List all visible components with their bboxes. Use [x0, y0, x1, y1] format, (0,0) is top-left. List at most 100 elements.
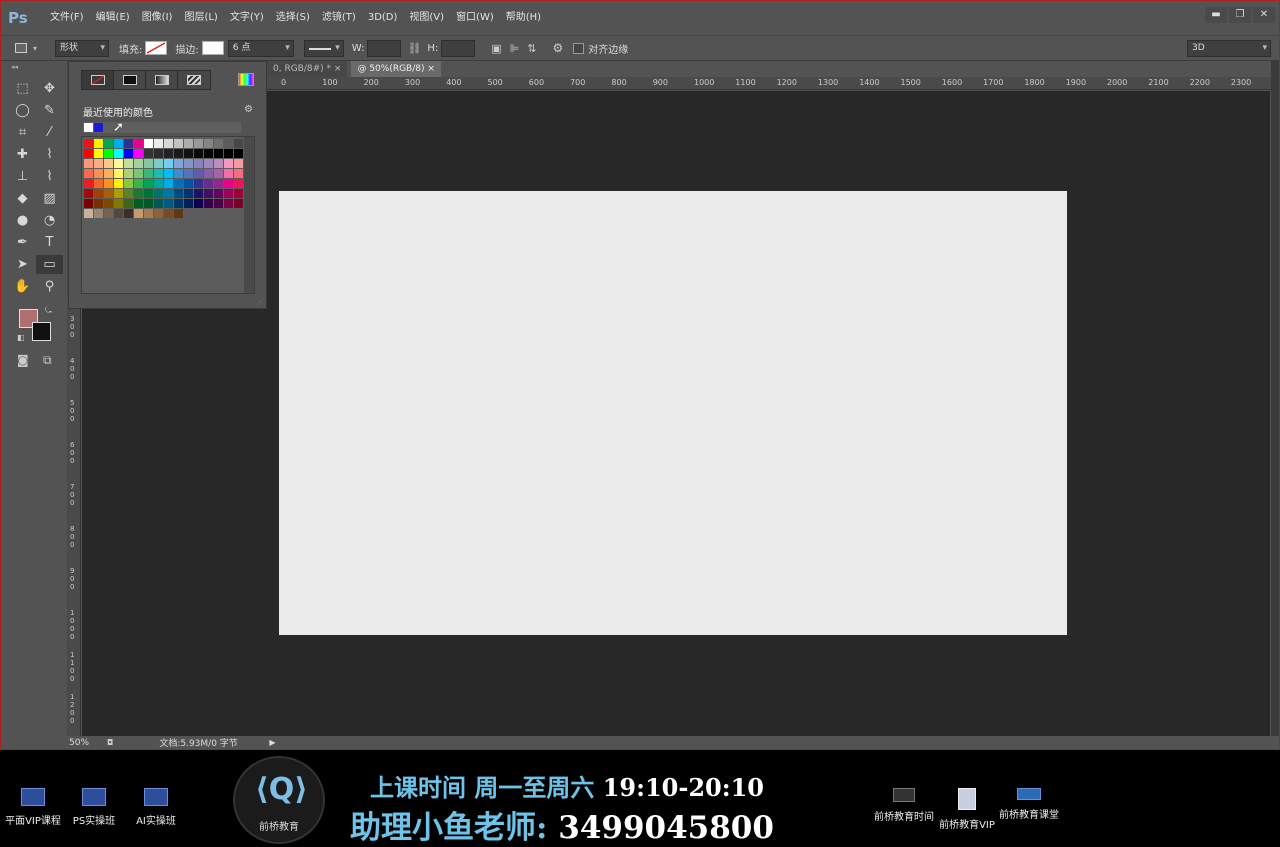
color-swatch[interactable]: [84, 169, 93, 178]
color-swatch[interactable]: [124, 199, 133, 208]
color-swatch[interactable]: [84, 179, 93, 188]
color-swatch[interactable]: [184, 179, 193, 188]
color-swatch[interactable]: [104, 179, 113, 188]
color-swatch[interactable]: [224, 179, 233, 188]
menu-select[interactable]: 选择(S): [270, 7, 316, 29]
width-input[interactable]: [367, 39, 402, 57]
stroke-swatch-button[interactable]: [201, 41, 224, 55]
pattern-button[interactable]: [178, 71, 210, 89]
eraser-tool-icon[interactable]: ◆: [9, 189, 36, 208]
color-swatch[interactable]: [164, 169, 173, 178]
color-swatch[interactable]: [164, 189, 173, 198]
color-swatch[interactable]: [234, 199, 243, 208]
color-swatch[interactable]: [134, 209, 143, 218]
color-swatch[interactable]: [134, 139, 143, 148]
tool-preset-picker[interactable]: ▾: [15, 43, 37, 53]
zoom-tool-icon[interactable]: ⚲: [36, 277, 63, 296]
color-swatch[interactable]: [114, 139, 123, 148]
color-swatch[interactable]: [234, 159, 243, 168]
screen-mode-icon[interactable]: ⧉: [43, 353, 52, 368]
color-swatch[interactable]: [214, 149, 223, 158]
move-tool-icon[interactable]: ✥: [36, 79, 63, 98]
brush-tool-icon[interactable]: ⌇: [36, 145, 63, 164]
crop-tool-icon[interactable]: ⌗: [9, 123, 36, 142]
color-swatch[interactable]: [204, 199, 213, 208]
color-swatch[interactable]: [144, 169, 153, 178]
color-swatch[interactable]: [104, 149, 113, 158]
color-swatch[interactable]: [184, 149, 193, 158]
menu-type[interactable]: 文字(Y): [224, 7, 270, 29]
color-swatch[interactable]: [214, 139, 223, 148]
color-swatch[interactable]: [214, 189, 223, 198]
color-swatch[interactable]: [94, 179, 103, 188]
color-swatch[interactable]: [114, 199, 123, 208]
rectangle-tool-icon[interactable]: ▭: [36, 255, 63, 274]
color-swatch[interactable]: [214, 179, 223, 188]
color-swatch[interactable]: [174, 149, 183, 158]
marquee-tool-icon[interactable]: ⬚: [9, 79, 36, 98]
color-swatch[interactable]: [124, 189, 133, 198]
color-swatch[interactable]: [174, 199, 183, 208]
mode-dropdown[interactable]: 形状: [55, 39, 110, 57]
color-swatch[interactable]: [174, 139, 183, 148]
color-swatch[interactable]: [154, 199, 163, 208]
color-picker-button[interactable]: [238, 73, 254, 86]
path-arrangement-icon[interactable]: ⇅: [527, 42, 536, 55]
document-canvas[interactable]: [279, 191, 1067, 635]
color-swatch[interactable]: [154, 139, 163, 148]
color-swatch[interactable]: [234, 179, 243, 188]
blur-tool-icon[interactable]: ●: [9, 211, 36, 230]
color-swatch[interactable]: [134, 189, 143, 198]
color-swatch[interactable]: [144, 159, 153, 168]
status-arrow-icon[interactable]: ▶: [269, 738, 275, 747]
color-swatch[interactable]: [154, 159, 163, 168]
color-swatch[interactable]: [154, 149, 163, 158]
path-selection-tool-icon[interactable]: ➤: [9, 255, 36, 274]
color-swatch[interactable]: [144, 189, 153, 198]
gear-icon[interactable]: ⚙: [553, 41, 564, 55]
color-swatch[interactable]: [144, 139, 153, 148]
stroke-type-dropdown[interactable]: [303, 39, 344, 57]
zoom-level[interactable]: 50%: [67, 738, 107, 748]
color-swatch[interactable]: [154, 209, 163, 218]
color-swatch[interactable]: [114, 149, 123, 158]
color-swatch[interactable]: [214, 199, 223, 208]
color-swatch[interactable]: [204, 149, 213, 158]
color-swatch[interactable]: [114, 189, 123, 198]
gradient-tool-icon[interactable]: ▨: [36, 189, 63, 208]
color-swatch[interactable]: [164, 199, 173, 208]
color-swatch[interactable]: [234, 139, 243, 148]
color-swatch[interactable]: [224, 199, 233, 208]
color-swatch[interactable]: [184, 189, 193, 198]
solid-color-button[interactable]: [114, 71, 146, 89]
resize-grip-icon[interactable]: ⋰: [257, 298, 264, 306]
color-swatch[interactable]: [224, 159, 233, 168]
color-swatch[interactable]: [214, 169, 223, 178]
color-swatch[interactable]: [144, 209, 153, 218]
color-swatch[interactable]: [224, 149, 233, 158]
path-alignment-icon[interactable]: ⊫: [510, 42, 520, 55]
color-swatch[interactable]: [134, 149, 143, 158]
color-swatch[interactable]: [114, 169, 123, 178]
quick-mask-icon[interactable]: ◙: [17, 353, 29, 367]
color-swatch[interactable]: [184, 169, 193, 178]
close-button[interactable]: ✕: [1253, 7, 1275, 23]
color-swatch[interactable]: [164, 139, 173, 148]
color-swatch[interactable]: [164, 149, 173, 158]
color-swatch[interactable]: [124, 209, 133, 218]
color-swatch[interactable]: [94, 199, 103, 208]
menu-window[interactable]: 窗口(W): [450, 7, 500, 29]
menu-help[interactable]: 帮助(H): [500, 7, 547, 29]
workspace-dropdown[interactable]: 3D: [1187, 40, 1271, 57]
color-swatch[interactable]: [104, 139, 113, 148]
color-swatch[interactable]: [194, 139, 203, 148]
color-swatch[interactable]: [154, 189, 163, 198]
link-icon[interactable]: ⛓: [407, 42, 421, 55]
color-swatch[interactable]: [184, 139, 193, 148]
close-icon[interactable]: ×: [334, 64, 342, 74]
color-swatch[interactable]: [234, 189, 243, 198]
color-swatch[interactable]: [164, 209, 173, 218]
color-swatch[interactable]: [164, 159, 173, 168]
vertical-scrollbar[interactable]: [1271, 61, 1279, 737]
color-swatch[interactable]: [114, 209, 123, 218]
